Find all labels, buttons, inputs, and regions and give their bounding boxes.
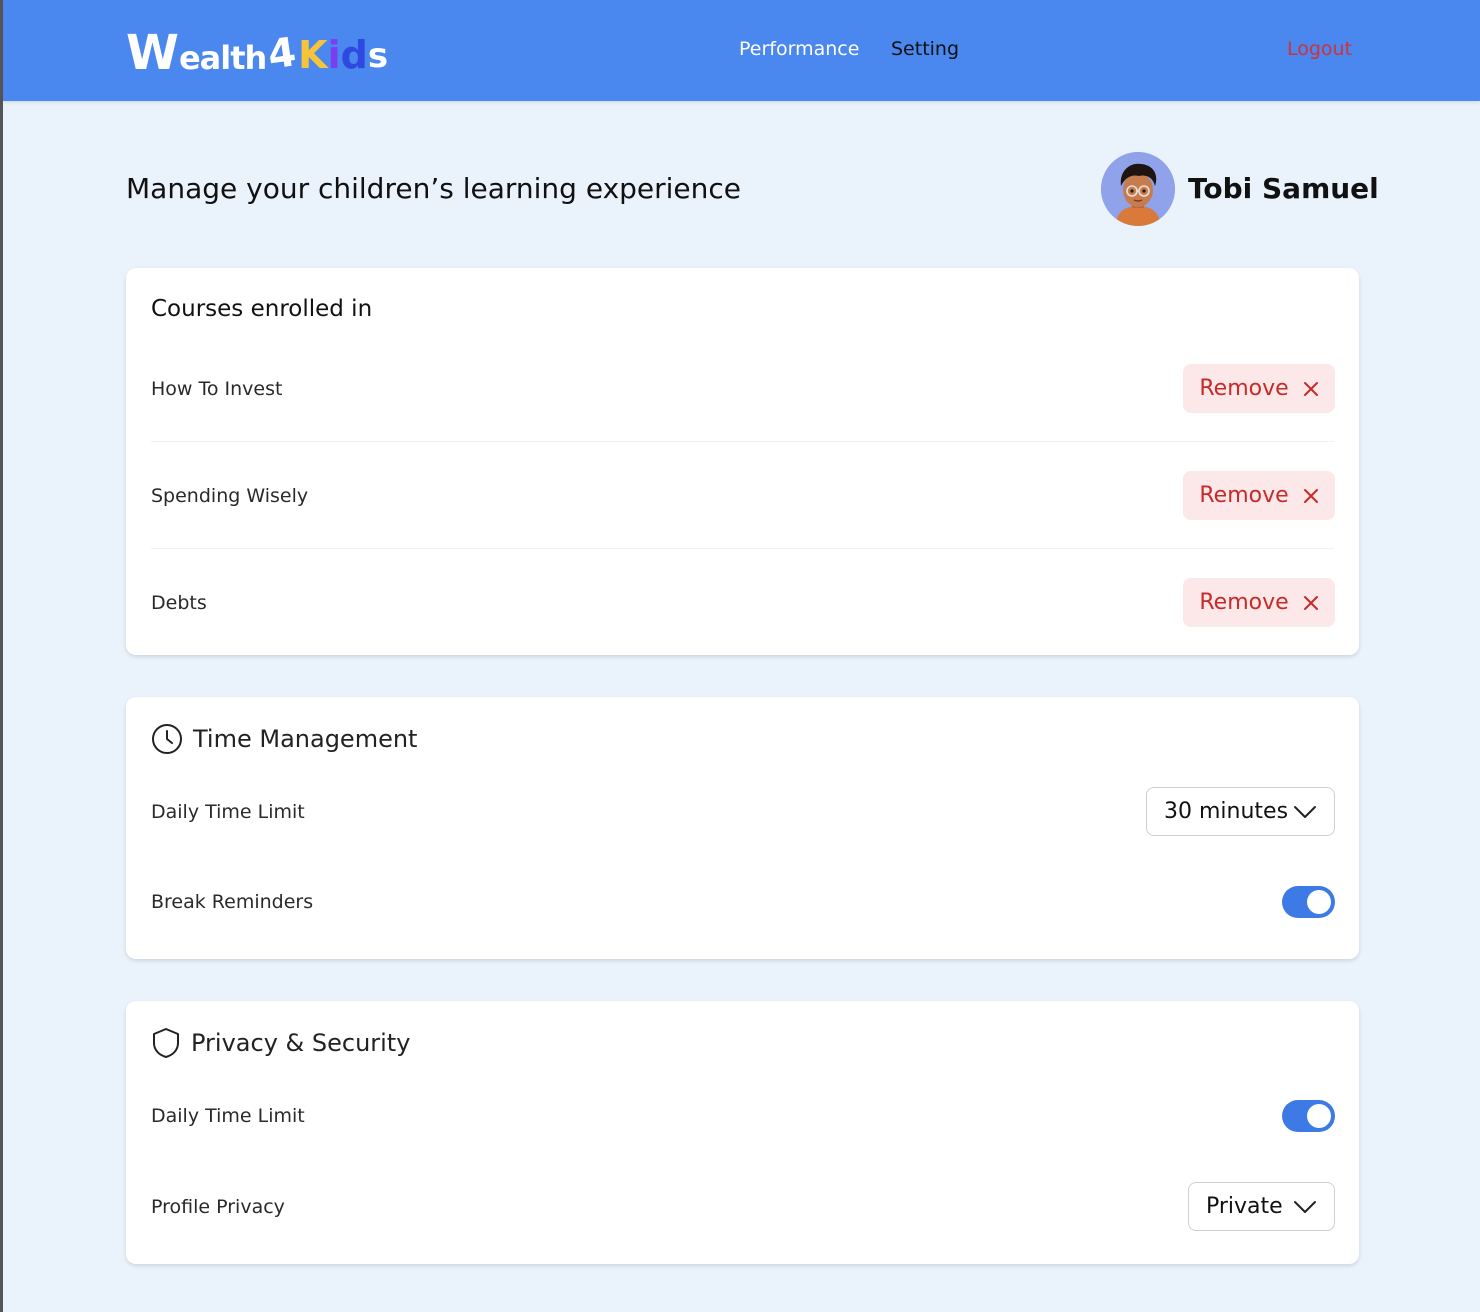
- remove-course-button[interactable]: Remove: [1183, 364, 1335, 413]
- privacy-security-card: Privacy & Security Daily Time Limit Prof…: [126, 1001, 1359, 1264]
- row-divider: [151, 548, 1334, 549]
- row-divider: [151, 441, 1334, 442]
- top-nav-bar: W ealth 4 K i d s Performance Setting Lo…: [3, 0, 1480, 101]
- remove-label: Remove: [1199, 590, 1289, 615]
- courses-title: Courses enrolled in: [151, 296, 373, 322]
- daily-time-limit-select[interactable]: 30 minutes: [1146, 787, 1335, 836]
- time-management-card: Time Management Daily Time Limit 30 minu…: [126, 697, 1359, 959]
- logo-letter: i: [327, 33, 341, 77]
- profile-privacy-label: Profile Privacy: [151, 1196, 285, 1218]
- courses-card: Courses enrolled in How To Invest Remove…: [126, 268, 1359, 655]
- avatar-illustration-icon: [1101, 152, 1175, 226]
- avatar[interactable]: [1101, 152, 1175, 226]
- course-name: Debts: [151, 592, 207, 614]
- break-reminders-label: Break Reminders: [151, 891, 314, 913]
- nav-link-setting[interactable]: Setting: [891, 38, 959, 60]
- remove-label: Remove: [1199, 483, 1289, 508]
- privacy-security-title: Privacy & Security: [191, 1029, 411, 1057]
- logo-number: 4: [265, 29, 300, 79]
- shield-icon: [153, 1028, 179, 1058]
- toggle-knob: [1307, 890, 1331, 914]
- logo-letter: W: [126, 25, 179, 81]
- break-reminders-toggle[interactable]: [1282, 886, 1335, 918]
- chevron-down-icon: [1294, 805, 1316, 818]
- logout-link[interactable]: Logout: [1287, 38, 1352, 60]
- course-name: How To Invest: [151, 378, 283, 400]
- window-edge: [0, 0, 3, 1312]
- privacy-security-header: Privacy & Security: [151, 1027, 410, 1059]
- time-management-header: Time Management: [151, 723, 417, 755]
- privacy-daily-time-limit-toggle[interactable]: [1282, 1100, 1335, 1132]
- toggle-knob: [1307, 1104, 1331, 1128]
- logo-letter: K: [298, 33, 328, 77]
- chevron-down-icon: [1294, 1200, 1316, 1213]
- page-title: Manage your children’s learning experien…: [126, 172, 742, 205]
- privacy-daily-time-limit-label: Daily Time Limit: [151, 1105, 305, 1127]
- course-name: Spending Wisely: [151, 485, 309, 507]
- remove-course-button[interactable]: Remove: [1183, 578, 1335, 627]
- remove-course-button[interactable]: Remove: [1183, 471, 1335, 520]
- close-icon: [1303, 381, 1318, 396]
- close-icon: [1303, 595, 1318, 610]
- user-name: Tobi Samuel: [1188, 172, 1379, 205]
- logo-word: ealth: [178, 39, 267, 77]
- clock-icon: [152, 724, 182, 754]
- profile-privacy-select[interactable]: Private: [1188, 1182, 1335, 1231]
- nav-link-performance[interactable]: Performance: [739, 38, 859, 60]
- close-icon: [1303, 488, 1318, 503]
- logo-letter: s: [367, 36, 389, 76]
- logo-letter: d: [340, 33, 368, 77]
- daily-time-limit-value: 30 minutes: [1164, 799, 1289, 824]
- daily-time-limit-label: Daily Time Limit: [151, 801, 305, 823]
- time-management-title: Time Management: [193, 725, 418, 753]
- remove-label: Remove: [1199, 376, 1289, 401]
- wealth4kids-logo[interactable]: W ealth 4 K i d s: [126, 22, 389, 81]
- profile-privacy-value: Private: [1206, 1194, 1283, 1219]
